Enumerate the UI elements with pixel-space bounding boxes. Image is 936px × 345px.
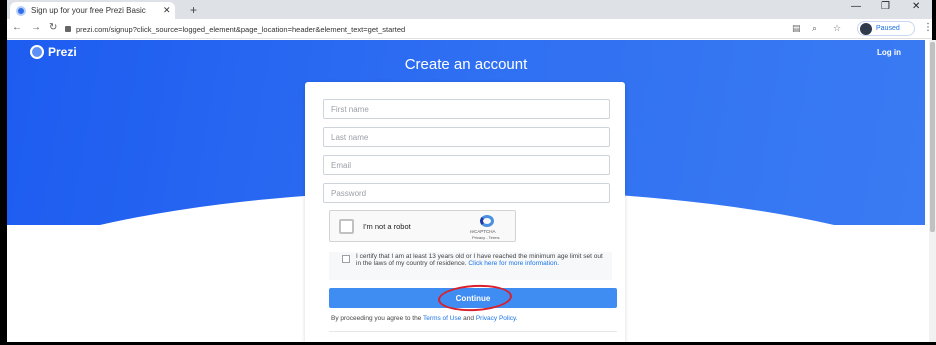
last-name-input[interactable] <box>331 132 609 142</box>
reload-icon[interactable]: ↻ <box>49 22 57 33</box>
terms-text: By proceeding you agree to the Terms of … <box>331 315 518 322</box>
tab-title: Sign up for your free Prezi Basic <box>31 6 146 15</box>
back-icon[interactable]: ← <box>12 22 22 33</box>
prezi-favicon-icon <box>16 5 26 16</box>
age-certify-block: I certify that I am at least 13 years ol… <box>329 252 612 280</box>
scrollbar-thumb[interactable] <box>930 42 935 232</box>
age-certify-checkbox[interactable] <box>342 255 350 263</box>
avatar <box>860 22 872 35</box>
email-field[interactable] <box>323 155 610 175</box>
new-tab-button[interactable]: + <box>190 3 197 17</box>
translate-icon[interactable]: ▤ <box>792 23 801 34</box>
tab-strip: Sign up for your free Prezi Basic ✕ + — … <box>7 0 932 19</box>
forward-icon[interactable]: → <box>31 22 41 33</box>
restore-icon[interactable]: ❐ <box>881 1 890 12</box>
signup-card: I'm not a robot reCAPTCHA Privacy - Term… <box>305 82 625 342</box>
profile-button[interactable]: Paused <box>857 21 915 36</box>
last-name-field[interactable] <box>323 127 610 147</box>
age-certify-text: I certify that I am at least 13 years ol… <box>356 253 603 267</box>
password-input[interactable] <box>331 188 609 198</box>
recaptcha-links[interactable]: Privacy - Terms <box>472 235 499 240</box>
zoom-icon[interactable]: ⌕ <box>812 23 817 34</box>
continue-button[interactable]: Continue <box>329 288 617 308</box>
tab-close-icon[interactable]: ✕ <box>163 5 171 16</box>
recaptcha-widget: I'm not a robot reCAPTCHA Privacy - Term… <box>329 210 516 242</box>
more-info-link[interactable]: Click here for more information. <box>468 260 559 267</box>
email-input[interactable] <box>331 160 609 170</box>
terms-of-use-link[interactable]: Terms of Use <box>423 315 461 322</box>
recaptcha-brand: reCAPTCHA <box>470 229 496 234</box>
lock-icon <box>65 26 71 32</box>
privacy-policy-link[interactable]: Privacy Policy. <box>476 315 518 322</box>
browser-tab[interactable]: Sign up for your free Prezi Basic ✕ <box>10 2 175 19</box>
recaptcha-checkbox[interactable] <box>339 219 354 234</box>
first-name-field[interactable] <box>323 99 610 119</box>
close-window-icon[interactable]: ✕ <box>912 1 920 12</box>
page-title: Create an account <box>404 56 528 73</box>
browser-toolbar: ← → ↻ prezi.com/signup?click_source=logg… <box>7 19 933 39</box>
recaptcha-label: I'm not a robot <box>363 222 411 231</box>
password-field[interactable] <box>323 183 610 203</box>
menu-kebab-icon[interactable]: ⋮ <box>923 22 933 33</box>
minimize-icon[interactable]: — <box>851 1 861 12</box>
divider <box>329 331 617 332</box>
page-content: Prezi Log in Create an account I'm not a… <box>7 40 925 342</box>
continue-label: Continue <box>455 293 491 303</box>
recaptcha-logo-icon <box>480 215 494 227</box>
address-bar[interactable]: prezi.com/signup?click_source=logged_ele… <box>65 21 785 37</box>
profile-status: Paused <box>876 25 900 32</box>
bookmark-star-icon[interactable]: ☆ <box>833 23 841 34</box>
url-text: prezi.com/signup?click_source=logged_ele… <box>76 24 406 34</box>
first-name-input[interactable] <box>331 104 609 114</box>
